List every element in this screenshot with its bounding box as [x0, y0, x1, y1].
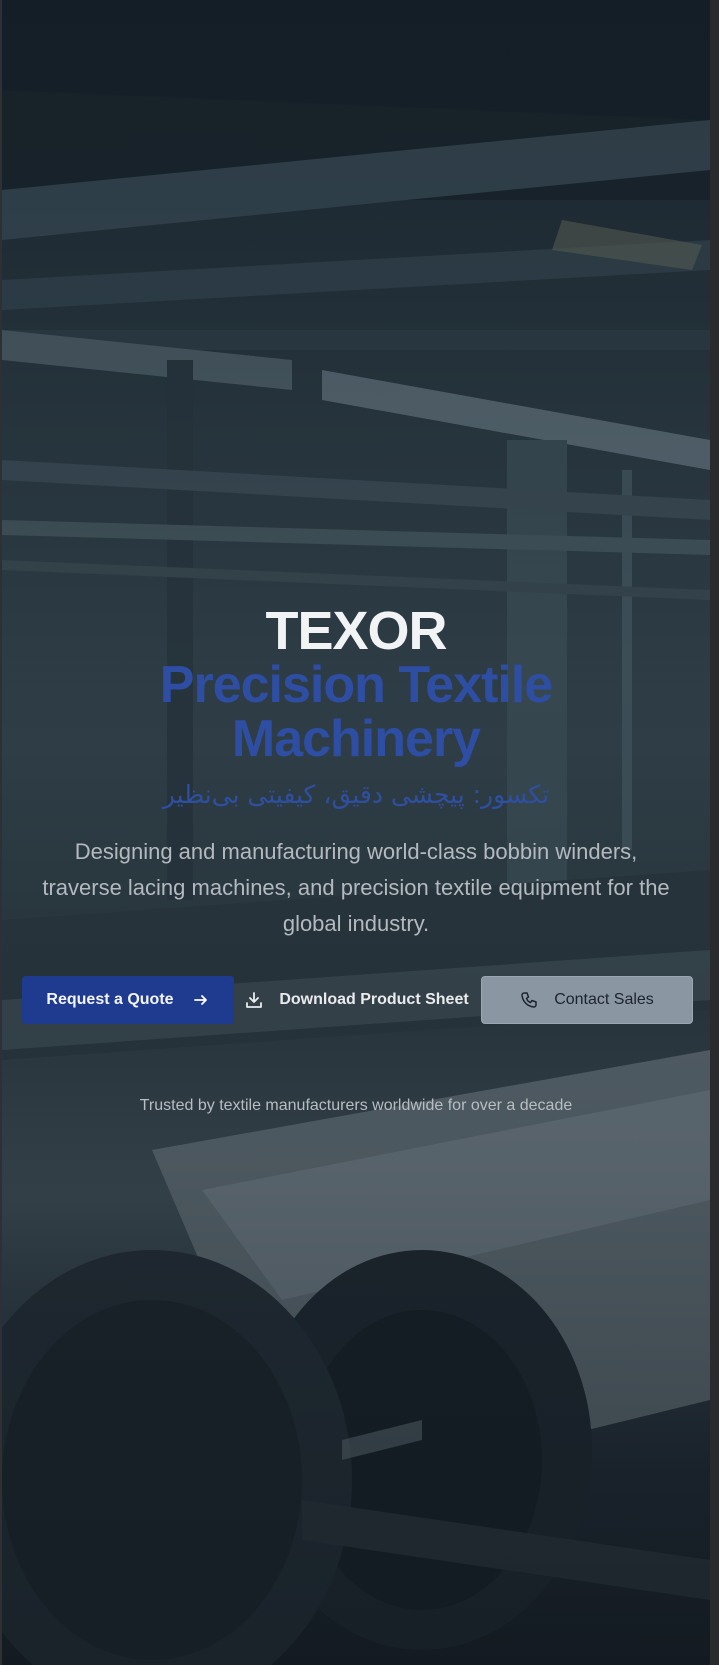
hero-section: TEXOR Precision Textile Machinery تکسور:…	[2, 0, 710, 1665]
window-right-rail	[710, 0, 719, 1665]
page: TEXOR Precision Textile Machinery تکسور:…	[0, 0, 719, 1665]
download-product-sheet-button[interactable]: Download Product Sheet	[242, 976, 472, 1024]
download-icon	[245, 991, 263, 1009]
request-quote-button[interactable]: Request a Quote	[22, 976, 234, 1024]
download-product-sheet-label: Download Product Sheet	[279, 991, 469, 1008]
trusted-note: Trusted by textile manufacturers worldwi…	[139, 1097, 573, 1114]
hero-actions: Request a Quote Download Product Sheet C…	[2, 976, 710, 1026]
hero-dark-overlay	[2, 0, 710, 1665]
brand-title: TEXOR	[265, 601, 447, 661]
arrow-right-icon	[192, 991, 210, 1009]
contact-sales-label: Contact Sales	[554, 991, 654, 1008]
request-quote-label: Request a Quote	[46, 991, 174, 1008]
hero-headline: Precision Textile Machinery	[2, 658, 710, 766]
persian-tagline: تکسور: پیچشی دقیق، کیفیتی بی‌نظیر	[162, 780, 550, 809]
hero-subtitle: Designing and manufacturing world-class …	[42, 839, 670, 936]
headline-line-1: Precision Textile	[159, 656, 553, 714]
headline-line-2: Machinery	[231, 710, 481, 768]
phone-icon	[520, 991, 538, 1009]
contact-sales-button[interactable]: Contact Sales	[481, 976, 693, 1024]
